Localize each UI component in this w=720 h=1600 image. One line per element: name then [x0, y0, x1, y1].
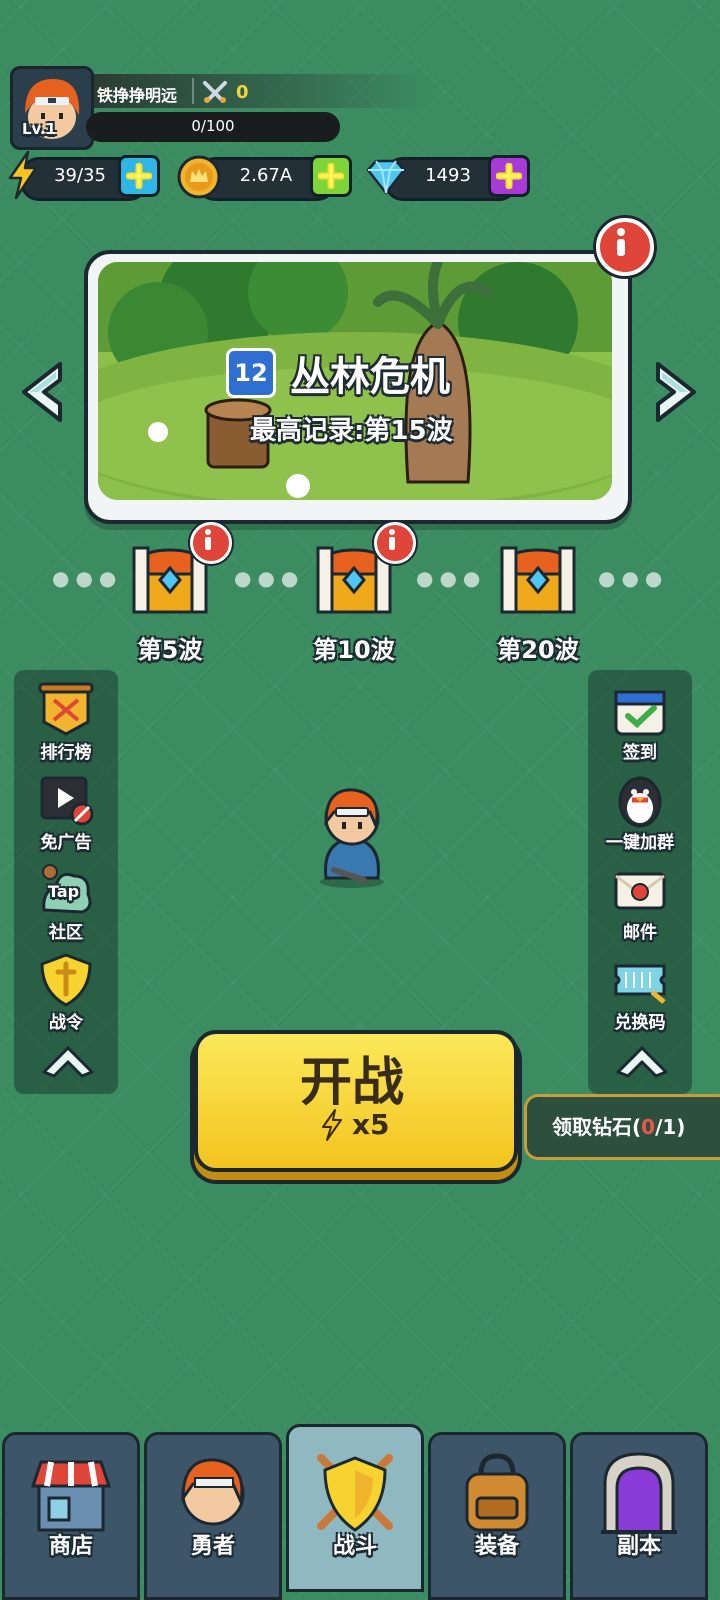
chest-alert-badge [374, 522, 416, 564]
nav-tab-label: 战斗 [332, 1534, 377, 1559]
exp-text: 0/100 [191, 117, 235, 135]
player-name: 铁挣挣明远 [97, 86, 178, 105]
plus-icon [318, 163, 344, 189]
add-energy-button[interactable] [118, 155, 160, 197]
claim-diamonds-label: 领取钻石(0/1) [552, 1115, 686, 1139]
side-menu-label: 战令 [49, 1013, 83, 1033]
battle-shield-icon [317, 1454, 393, 1532]
calendar-checkin-icon [614, 690, 666, 736]
side-menu-label: 免广告 [40, 833, 92, 853]
side-menu-item[interactable]: 兑换码 [588, 952, 692, 1042]
energy-cost-value: x5 [352, 1108, 390, 1141]
ranking-banner-icon [38, 682, 94, 736]
stage-info-button[interactable] [596, 218, 654, 276]
nav-tab-label: 商店 [48, 1534, 93, 1559]
side-menu-label: 兑换码 [614, 1013, 666, 1033]
gold-coin-icon [177, 155, 221, 199]
no-ads-film-icon [40, 776, 94, 826]
side-menu-item[interactable]: 一键加群 [588, 772, 692, 862]
previous-stage-arrow-icon[interactable] [16, 360, 66, 424]
side-menu-item[interactable]: 排行榜 [14, 682, 118, 772]
wave-chest-label: 第20波 [497, 636, 579, 664]
info-icon [205, 529, 211, 550]
treasure-chest-icon [500, 546, 576, 614]
info-icon [617, 228, 625, 256]
redeem-ticket-icon [614, 964, 666, 1004]
energy-cost-icon [322, 1109, 342, 1141]
wave-chest-label: 第5波 [137, 636, 203, 664]
hero-character-sprite [320, 788, 384, 888]
progress-dots: ●●● [52, 566, 123, 590]
side-menu-label: 一键加群 [606, 833, 674, 853]
add-gold-button[interactable] [310, 155, 352, 197]
name-divider [192, 78, 194, 104]
progress-dots: ●●● [598, 566, 669, 590]
nav-tab-label: 副本 [616, 1534, 661, 1559]
side-menu-item[interactable]: 邮件 [588, 862, 692, 952]
collapse-left-panel-icon[interactable] [38, 1040, 98, 1080]
progress-dots: ●●● [234, 566, 305, 590]
nav-tab-label: 装备 [474, 1534, 519, 1559]
side-menu-label: 排行榜 [40, 743, 92, 763]
side-menu-label: 签到 [623, 743, 657, 763]
side-menu-item[interactable]: 战令 [14, 952, 118, 1042]
mail-envelope-icon [614, 872, 666, 910]
plus-icon [126, 163, 152, 189]
energy-value: 39/35 [54, 165, 106, 186]
start-battle-label: 开战 [299, 1053, 404, 1113]
dungeon-gate-icon [601, 1452, 677, 1534]
hero-icon [181, 1458, 245, 1526]
collapse-right-panel-icon[interactable] [612, 1040, 672, 1080]
stage-number-badge: 12 [226, 348, 276, 398]
lightning-icon [8, 150, 38, 200]
wave-chest-label: 第10波 [313, 636, 395, 664]
qq-penguin-icon [618, 776, 662, 828]
chest-alert-badge [190, 522, 232, 564]
stage-best-record: 最高记录:第15波 [250, 416, 453, 446]
stage-title: 丛林危机 [290, 354, 450, 400]
crossed-swords-icon [203, 81, 227, 103]
side-menu-item[interactable]: Tap 社区 [14, 862, 118, 952]
gold-value: 2.67A [239, 165, 293, 186]
side-menu-item[interactable]: 免广告 [14, 772, 118, 862]
backpack-icon [465, 1453, 529, 1532]
side-menu-label: 邮件 [623, 923, 657, 943]
diamond-icon [366, 159, 406, 195]
info-icon [389, 529, 395, 550]
combat-power-value: 0 [236, 82, 249, 103]
next-stage-arrow-icon[interactable] [652, 360, 702, 424]
add-diamond-button[interactable] [488, 155, 530, 197]
wave-chest[interactable] [498, 544, 578, 616]
battle-pass-shield-icon [40, 953, 92, 1007]
diamond-value: 1493 [425, 165, 471, 186]
community-badge: Tap [48, 882, 80, 901]
player-level: Lv.1 [22, 120, 57, 138]
progress-dots: ●●● [416, 566, 487, 590]
side-menu-item[interactable]: 签到 [588, 682, 692, 772]
nav-tab-label: 勇者 [190, 1534, 235, 1559]
shop-icon [30, 1460, 112, 1532]
plus-icon [496, 163, 522, 189]
side-menu-label: 社区 [49, 923, 83, 943]
